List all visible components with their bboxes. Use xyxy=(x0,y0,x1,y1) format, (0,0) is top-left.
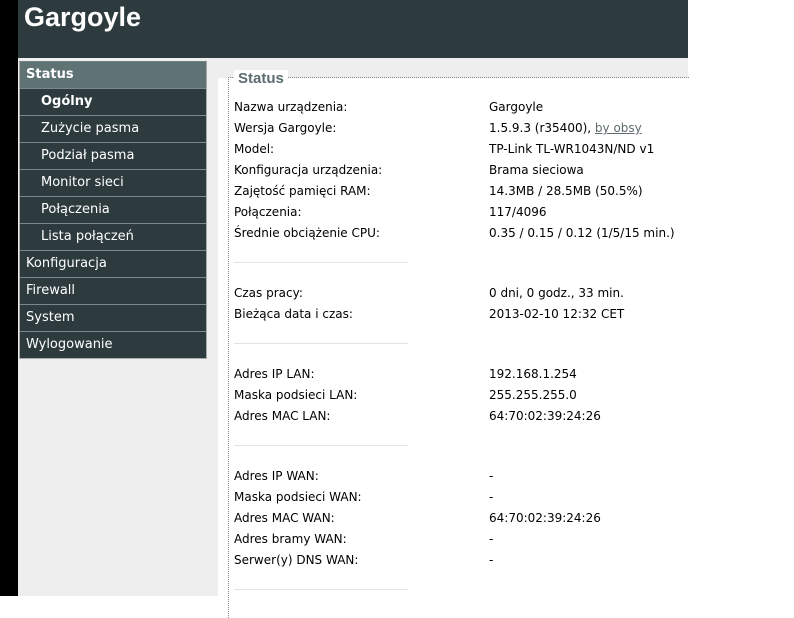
lan-ip-label: Adres IP LAN: xyxy=(234,367,315,381)
lan-mask-label: Maska podsieci LAN: xyxy=(234,388,358,402)
uptime-value: 0 dni, 0 godz., 33 min. xyxy=(489,286,624,300)
info-row-wan-mask: Maska podsieci WAN: - xyxy=(234,490,684,510)
version-value-wrap: 1.5.9.3 (r35400), by obsy xyxy=(489,121,642,135)
section-divider xyxy=(234,262,408,263)
wan-mask-value: - xyxy=(489,490,494,504)
sidebar-item-system[interactable]: System xyxy=(20,305,206,332)
sidebar-item-bandwidth-usage[interactable]: Zużycie pasma xyxy=(20,116,206,143)
section-divider xyxy=(234,445,408,446)
wan-mac-label: Adres MAC WAN: xyxy=(234,511,335,525)
wan-gateway-label: Adres bramy WAN: xyxy=(234,532,347,546)
info-row-device-name: Nazwa urządzenia: Gargoyle xyxy=(234,100,684,120)
config-label: Konfiguracja urządzenia: xyxy=(234,163,383,177)
wan-ip-label: Adres IP WAN: xyxy=(234,469,319,483)
sidebar-item-configuration[interactable]: Konfiguracja xyxy=(20,251,206,278)
sidebar-item-overview[interactable]: Ogólny xyxy=(20,89,206,116)
wan-mac-value: 64:70:02:39:24:26 xyxy=(489,511,601,525)
info-row-datetime: Bieżąca data i czas: 2013-02-10 12:32 CE… xyxy=(234,307,684,327)
section-divider xyxy=(234,343,408,344)
author-link[interactable]: by obsy xyxy=(595,121,642,135)
config-value: Brama sieciowa xyxy=(489,163,584,177)
sidebar-item-bandwidth-distribution[interactable]: Podział pasma xyxy=(20,143,206,170)
wan-gateway-value: - xyxy=(489,532,494,546)
info-row-wan-mac: Adres MAC WAN: 64:70:02:39:24:26 xyxy=(234,511,684,531)
lan-mac-value: 64:70:02:39:24:26 xyxy=(489,409,601,423)
info-row-connections: Połączenia: 117/4096 xyxy=(234,205,684,225)
info-row-ram: Zajętość pamięci RAM: 14.3MB / 28.5MB (5… xyxy=(234,184,684,204)
info-row-config: Konfiguracja urządzenia: Brama sieciowa xyxy=(234,163,684,183)
info-row-model: Model: TP-Link TL-WR1043N/ND v1 xyxy=(234,142,684,162)
device-name-value: Gargoyle xyxy=(489,100,544,114)
info-row-wan-ip: Adres IP WAN: - xyxy=(234,469,684,489)
wan-ip-value: - xyxy=(489,469,494,483)
wan-dns-value: - xyxy=(489,553,494,567)
sidebar-item-firewall[interactable]: Firewall xyxy=(20,278,206,305)
page-header: Gargoyle xyxy=(18,0,688,58)
datetime-label: Bieżąca data i czas: xyxy=(234,307,353,321)
device-name-label: Nazwa urządzenia: xyxy=(234,100,348,114)
info-row-lan-mac: Adres MAC LAN: 64:70:02:39:24:26 xyxy=(234,409,684,429)
model-label: Model: xyxy=(234,142,275,156)
lan-mask-value: 255.255.255.0 xyxy=(489,388,577,402)
main-content: Status Nazwa urządzenia: Gargoyle Wersja… xyxy=(218,58,689,618)
cpu-value: 0.35 / 0.15 / 0.12 (1/5/15 min.) xyxy=(489,226,675,240)
connections-value: 117/4096 xyxy=(489,205,547,219)
info-row-wan-gateway: Adres bramy WAN: - xyxy=(234,532,684,552)
info-row-lan-mask: Maska podsieci LAN: 255.255.255.0 xyxy=(234,388,684,408)
info-row-uptime: Czas pracy: 0 dni, 0 godz., 33 min. xyxy=(234,286,684,306)
info-row-version: Wersja Gargoyle: 1.5.9.3 (r35400), by ob… xyxy=(234,121,684,141)
lan-mac-label: Adres MAC LAN: xyxy=(234,409,331,423)
cpu-label: Średnie obciążenie CPU: xyxy=(234,226,380,240)
lan-ip-value: 192.168.1.254 xyxy=(489,367,577,381)
wan-dns-label: Serwer(y) DNS WAN: xyxy=(234,553,359,567)
info-row-wan-dns: Serwer(y) DNS WAN: - xyxy=(234,553,684,573)
info-row-lan-ip: Adres IP LAN: 192.168.1.254 xyxy=(234,367,684,387)
datetime-value: 2013-02-10 12:32 CET xyxy=(489,307,625,321)
sidebar-item-logout[interactable]: Wylogowanie xyxy=(20,332,206,358)
sidebar-nav: Status Ogólny Zużycie pasma Podział pasm… xyxy=(19,61,207,359)
wan-mask-label: Maska podsieci WAN: xyxy=(234,490,362,504)
version-value: 1.5.9.3 (r35400), xyxy=(489,121,595,135)
model-value: TP-Link TL-WR1043N/ND v1 xyxy=(489,142,655,156)
ram-label: Zajętość pamięci RAM: xyxy=(234,184,371,198)
info-row-cpu: Średnie obciążenie CPU: 0.35 / 0.15 / 0.… xyxy=(234,226,684,246)
main-top-band xyxy=(218,58,688,78)
sidebar-item-status[interactable]: Status xyxy=(20,62,206,89)
sidebar-item-connection-list[interactable]: Lista połączeń xyxy=(20,224,206,251)
app-title: Gargoyle xyxy=(24,2,142,32)
sidebar-item-network-monitor[interactable]: Monitor sieci xyxy=(20,170,206,197)
connections-label: Połączenia: xyxy=(234,205,302,219)
sidebar-item-connections[interactable]: Połączenia xyxy=(20,197,206,224)
status-legend: Status xyxy=(234,70,288,87)
version-label: Wersja Gargoyle: xyxy=(234,121,337,135)
left-edge-strip xyxy=(0,0,18,596)
section-divider xyxy=(234,589,408,590)
uptime-label: Czas pracy: xyxy=(234,286,303,300)
ram-value: 14.3MB / 28.5MB (50.5%) xyxy=(489,184,643,198)
